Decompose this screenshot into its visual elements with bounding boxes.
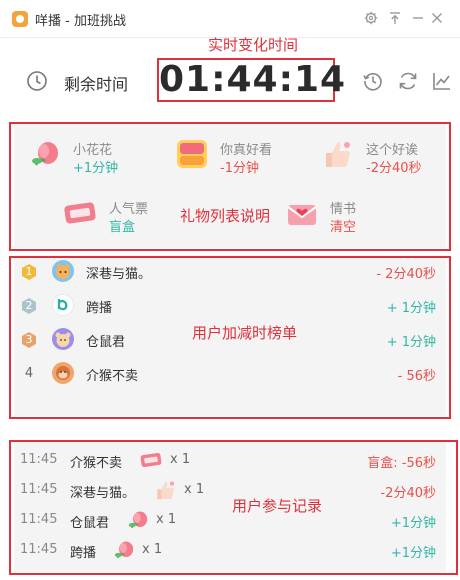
- rank-number: 1: [25, 265, 33, 278]
- gear-icon[interactable]: [361, 8, 381, 28]
- record-row: 11:45 仓鼠君 x 1 +1分钟: [14, 506, 446, 536]
- cat-avatar: [52, 260, 74, 282]
- rank-user-name: 深巷与猫。: [86, 267, 152, 282]
- rank-number: 3: [25, 333, 33, 346]
- record-count: x 1: [184, 482, 205, 497]
- record-user: 介猴不卖: [70, 456, 123, 471]
- gift-effect: +1分钟: [73, 161, 119, 176]
- gift-name: 你真好看: [220, 143, 273, 158]
- rank-user-name: 跨播: [86, 301, 113, 316]
- record-time: 11:45: [20, 512, 58, 527]
- refresh-icon[interactable]: [397, 70, 419, 92]
- record-time-delta: 盲盒: -56秒: [367, 456, 436, 471]
- chart-icon[interactable]: [431, 70, 453, 92]
- close-icon[interactable]: [427, 8, 447, 28]
- ranking-row: 2 跨播 + 1分钟: [14, 289, 446, 323]
- thumbs-up-icon: [153, 478, 177, 502]
- record-count: x 1: [142, 542, 163, 557]
- record-count: x 1: [156, 512, 177, 527]
- rank-user-name: 仓鼠君: [86, 335, 126, 350]
- record-user: 跨播: [70, 546, 97, 561]
- rank-silver-badge: 2: [20, 297, 38, 315]
- record-time-delta: +1分钟: [390, 516, 436, 531]
- rank-time-delta: - 2分40秒: [376, 267, 436, 282]
- gift-item-you-look-good: 你真好看 -1分钟: [174, 137, 304, 177]
- peach-flower-icon: [28, 137, 62, 175]
- title-bar: 咩播 - 加班挑战: [0, 0, 460, 38]
- gift-name: 情书: [330, 202, 357, 217]
- gift-item-love-letter: 情书 清空: [284, 196, 394, 236]
- record-time: 11:45: [20, 452, 58, 467]
- window-title: 咩播 - 加班挑战: [35, 14, 126, 29]
- record-user: 仓鼠君: [70, 516, 110, 531]
- peach-flower-icon: [126, 508, 150, 532]
- rank-time-delta: + 1分钟: [386, 335, 436, 350]
- record-count: x 1: [170, 452, 191, 467]
- app-logo-icon: [12, 11, 28, 27]
- peach-flower-icon: [112, 538, 136, 562]
- minimize-icon[interactable]: [408, 8, 428, 28]
- rank-number: 2: [25, 299, 33, 312]
- popularity-ticket-icon: [62, 198, 98, 232]
- pin-top-icon[interactable]: [385, 8, 405, 28]
- ranking-row: 1 深巷与猫。 - 2分40秒: [14, 255, 446, 289]
- timer-value: 01:44:14: [159, 59, 347, 100]
- rank-time-delta: - 56秒: [397, 369, 436, 384]
- record-time-delta: -2分40秒: [380, 486, 436, 501]
- thumbs-up-icon: [320, 137, 354, 175]
- gift-name: 小花花: [73, 143, 113, 158]
- you-look-good-badge-icon: [174, 137, 210, 175]
- annotation-timer: 实时变化时间: [208, 36, 299, 54]
- clock-icon: [26, 70, 48, 92]
- history-icon[interactable]: [362, 70, 384, 92]
- remaining-time-label: 剩余时间: [64, 75, 129, 94]
- gift-effect: 清空: [330, 220, 357, 235]
- gift-name: 人气票: [109, 202, 149, 217]
- record-row: 11:45 跨播 x 1 +1分钟: [14, 536, 446, 566]
- record-time-delta: +1分钟: [390, 546, 436, 561]
- rank-gold-badge: 1: [20, 263, 38, 281]
- rank-bronze-badge: 3: [20, 331, 38, 349]
- gift-effect: -2分40秒: [366, 161, 422, 176]
- kuabo-logo-avatar: [52, 294, 74, 316]
- record-time: 11:45: [20, 542, 58, 557]
- record-time: 11:45: [20, 482, 58, 497]
- record-row: 11:45 深巷与猫。 x 1 -2分40秒: [14, 476, 446, 506]
- gift-item-thumbs-up: 这个好诶 -2分40秒: [320, 137, 445, 177]
- gift-effect: -1分钟: [220, 161, 259, 176]
- rank-user-name: 介猴不卖: [86, 369, 139, 384]
- hamster-avatar: [52, 328, 74, 350]
- rank-time-delta: + 1分钟: [386, 301, 436, 316]
- annotation-gifts: 礼物列表说明: [180, 207, 271, 225]
- rank-number: 4: [24, 366, 34, 381]
- ranking-row: 4 介猴不卖 - 56秒: [14, 357, 446, 391]
- record-user: 深巷与猫。: [70, 486, 136, 501]
- record-row: 11:45 介猴不卖 x 1 盲盒: -56秒: [14, 446, 446, 476]
- gift-effect: 盲盒: [109, 220, 136, 235]
- gift-name: 这个好诶: [366, 143, 419, 158]
- love-letter-icon: [284, 196, 320, 234]
- timer-display: 01:44:14: [157, 58, 347, 102]
- monkey-avatar: [52, 362, 74, 384]
- gift-item-popularity-ticket: 人气票 盲盒: [62, 196, 192, 236]
- annotation-ranking: 用户加减时榜单: [192, 324, 298, 342]
- gift-item-flower: 小花花 +1分钟: [28, 137, 158, 177]
- popularity-ticket-icon: [139, 448, 163, 472]
